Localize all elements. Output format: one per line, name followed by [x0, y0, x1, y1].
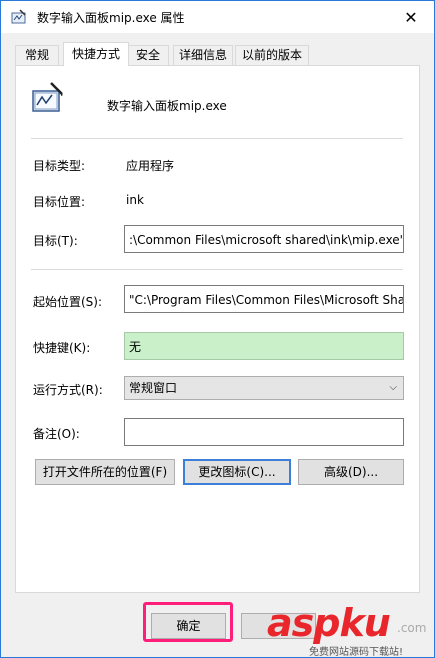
tab-security[interactable]: 安全 — [127, 45, 169, 65]
watermark-tagline: 免费网站源码下载站! — [309, 647, 404, 658]
start-in-label: 起始位置(S): — [33, 295, 103, 309]
comment-label: 备注(O): — [33, 427, 80, 441]
open-file-location-button[interactable]: 打开文件所在的位置(F) — [35, 459, 175, 485]
target-input[interactable]: :\Common Files\microsoft shared\ink\mip.… — [124, 225, 404, 253]
target-location-label: 目标位置: — [33, 195, 86, 209]
ok-button-highlight — [143, 602, 233, 642]
watermark-suffix: .com — [397, 621, 427, 635]
title-bar[interactable]: 数字输入面板mip.exe 属性 ✕ — [1, 1, 434, 33]
start-in-input[interactable]: "C:\Program Files\Common Files\Microsoft… — [124, 285, 404, 313]
app-name: 数字输入面板mip.exe — [107, 99, 227, 113]
app-icon — [11, 9, 26, 24]
target-label: 目标(T): — [33, 234, 78, 248]
run-select[interactable]: 常规窗口 ⌵ — [124, 376, 404, 400]
hotkey-label: 快捷键(K): — [33, 341, 91, 355]
divider — [31, 138, 403, 139]
shortcut-app-icon — [32, 82, 63, 112]
window-title: 数字输入面板mip.exe 属性 — [37, 11, 185, 25]
hotkey-input[interactable]: 无 — [124, 332, 404, 360]
shortcut-panel — [15, 65, 420, 593]
run-label: 运行方式(R): — [33, 383, 103, 397]
tab-shortcut[interactable]: 快捷方式 — [63, 42, 129, 66]
change-icon-button[interactable]: 更改图标(C)... — [183, 459, 291, 485]
divider — [31, 269, 403, 270]
tab-previous-versions[interactable]: 以前的版本 — [235, 45, 309, 65]
tab-general[interactable]: 常规 — [15, 45, 59, 65]
comment-input[interactable] — [124, 418, 404, 446]
properties-window: 数字输入面板mip.exe 属性 ✕ 常规 快捷方式 安全 详细信息 以前的版本… — [0, 0, 435, 658]
watermark: aspku .com 免费网站源码下载站! — [267, 601, 434, 658]
close-button[interactable]: ✕ — [388, 1, 434, 33]
target-type-value: 应用程序 — [126, 159, 175, 173]
chevron-down-icon: ⌵ — [389, 382, 397, 393]
target-type-label: 目标类型: — [33, 159, 86, 173]
close-icon: ✕ — [404, 7, 418, 27]
tab-details[interactable]: 详细信息 — [173, 45, 233, 65]
advanced-button[interactable]: 高级(D)... — [298, 459, 404, 485]
watermark-brand: aspku — [267, 601, 391, 645]
run-select-value: 常规窗口 — [129, 381, 178, 395]
target-location-value: ink — [126, 193, 144, 207]
